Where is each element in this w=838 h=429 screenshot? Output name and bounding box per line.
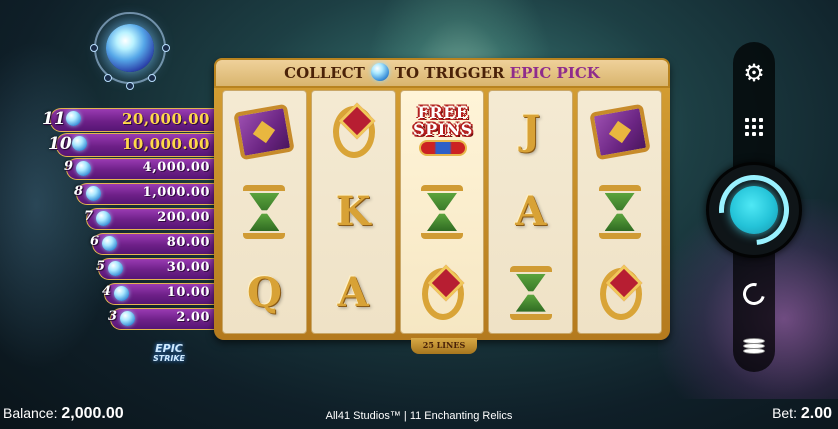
orb-node bbox=[148, 74, 156, 82]
paytable-amount: 1,000.00 bbox=[142, 185, 210, 200]
paytable-row: 4 10.00 bbox=[40, 283, 216, 307]
paytable-count: 4 bbox=[102, 284, 112, 299]
ring-icon bbox=[407, 258, 477, 328]
relic-paytable: 11 20,000.00 10 10,000.00 9 4,000.00 8 1,000.00… bbox=[40, 108, 216, 333]
free-spins-text: SPINS bbox=[413, 120, 473, 140]
paytable-row: 7 200.00 bbox=[40, 208, 216, 232]
hourglass-icon bbox=[229, 177, 299, 247]
relic-gem-icon bbox=[102, 236, 117, 251]
reel-column: JA bbox=[488, 90, 574, 334]
spin-button[interactable] bbox=[704, 160, 804, 260]
paytable-amount: 4,000.00 bbox=[142, 160, 210, 175]
paytable-amount: 2.00 bbox=[176, 310, 210, 325]
book-icon bbox=[585, 96, 655, 166]
hourglass-icon bbox=[496, 258, 566, 328]
orb-node bbox=[162, 44, 170, 52]
autoplay-icon[interactable] bbox=[738, 278, 770, 310]
reel-column bbox=[577, 90, 662, 334]
balls-icon bbox=[418, 140, 467, 157]
banner-text-epic-pick: EPIC PICK bbox=[509, 64, 600, 82]
book-icon bbox=[229, 96, 299, 166]
spin-icon bbox=[730, 186, 778, 234]
hourglass-icon bbox=[407, 177, 477, 247]
epic-strike-logo: EPIC STRIKE bbox=[132, 342, 206, 368]
orb-gem-icon bbox=[106, 24, 154, 72]
paytable-row: 10 10,000.00 bbox=[40, 133, 216, 157]
paytable-count: 5 bbox=[96, 259, 106, 274]
relic-gem-icon bbox=[120, 311, 135, 326]
paytable-count: 6 bbox=[90, 234, 100, 249]
relic-orb bbox=[82, 10, 178, 90]
banner-text-trigger: TO TRIGGER bbox=[394, 64, 505, 82]
bet-value: 2.00 bbox=[800, 405, 832, 422]
hourglass-icon bbox=[585, 177, 655, 247]
free-spins-symbol: FREE SPINS bbox=[407, 96, 477, 166]
paytable-row: 3 2.00 bbox=[40, 308, 216, 332]
bet-display[interactable]: Bet: 2.00 bbox=[772, 405, 832, 423]
orb-node bbox=[126, 82, 134, 90]
bet-label: Bet: bbox=[772, 405, 797, 421]
reel-column: FREE SPINS bbox=[399, 90, 485, 334]
relic-gem-icon bbox=[76, 161, 91, 176]
orb-node bbox=[90, 44, 98, 52]
reel-column: Q bbox=[222, 90, 307, 334]
paytable-amount: 10.00 bbox=[166, 285, 210, 300]
lines-label: 25 LINES bbox=[411, 338, 477, 354]
ring-icon bbox=[585, 258, 655, 328]
letter-symbol-q: Q bbox=[246, 268, 282, 316]
coins-icon[interactable] bbox=[739, 332, 769, 362]
paytable-amount: 20,000.00 bbox=[121, 110, 210, 128]
paytable-amount: 30.00 bbox=[166, 260, 210, 275]
game-title: All41 Studios™ | 11 Enchanting Relics bbox=[325, 410, 513, 422]
reel-grid: Q K A FREE SPINS J A bbox=[222, 90, 662, 334]
relic-gem-icon bbox=[96, 211, 111, 226]
free-spins-text: FREE bbox=[417, 103, 469, 123]
relic-gem-icon bbox=[86, 186, 101, 201]
paytable-row: 6 80.00 bbox=[40, 233, 216, 257]
letter-symbol-j: J bbox=[521, 107, 541, 155]
letter-symbol-a: A bbox=[337, 268, 369, 316]
relic-gem-icon bbox=[108, 261, 123, 276]
paytable-count: 8 bbox=[74, 184, 84, 199]
collect-banner: COLLECT TO TRIGGER EPIC PICK bbox=[214, 58, 670, 88]
letter-symbol-k: K bbox=[335, 187, 371, 235]
letter-symbol-a: A bbox=[515, 187, 547, 235]
gear-icon[interactable]: ⚙ bbox=[739, 58, 769, 88]
paytable-count: 9 bbox=[64, 159, 74, 174]
relic-gem-icon bbox=[72, 136, 87, 151]
paytable-amount: 200.00 bbox=[157, 210, 210, 225]
banner-text-collect: COLLECT bbox=[284, 64, 365, 82]
paytable-count: 10 bbox=[48, 134, 72, 154]
orb-node bbox=[104, 74, 112, 82]
ring-icon bbox=[318, 96, 388, 166]
relic-gem-icon bbox=[66, 111, 81, 126]
reel-column: KA bbox=[310, 90, 396, 334]
paytable-row: 9 4,000.00 bbox=[40, 158, 216, 182]
paytable-row: 8 1,000.00 bbox=[40, 183, 216, 207]
footer-bar: Balance: 2,000.00 All41 Studios™ | 11 En… bbox=[0, 403, 838, 429]
logo-line1: EPIC bbox=[155, 342, 183, 355]
paytable-count: 11 bbox=[42, 109, 66, 129]
paytable-amount: 10,000.00 bbox=[121, 135, 210, 153]
reel-frame: COLLECT TO TRIGGER EPIC PICK Q K A FREE SPINS… bbox=[214, 58, 670, 354]
paytable-count: 3 bbox=[108, 309, 118, 324]
logo-line2: STRIKE bbox=[152, 354, 186, 363]
menu-grid-icon[interactable] bbox=[739, 112, 769, 142]
paytable-row: 5 30.00 bbox=[40, 258, 216, 282]
relic-gem-icon bbox=[370, 63, 389, 81]
paytable-row: 11 20,000.00 bbox=[40, 108, 216, 132]
paytable-count: 7 bbox=[84, 209, 94, 224]
paytable-amount: 80.00 bbox=[166, 235, 210, 250]
relic-gem-icon bbox=[114, 286, 129, 301]
